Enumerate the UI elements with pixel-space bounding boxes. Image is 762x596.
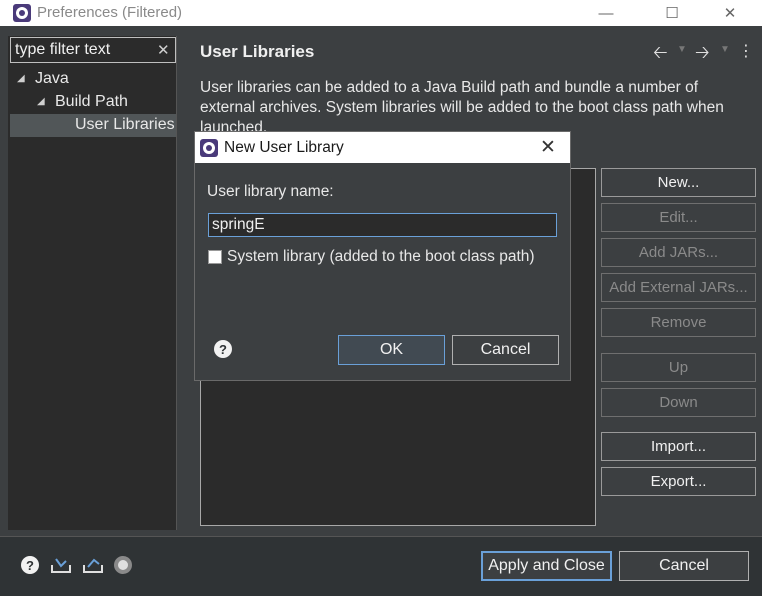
up-button[interactable]: Up — [601, 353, 756, 382]
new-button[interactable]: New... — [601, 168, 756, 197]
export-button-label: Export... — [650, 473, 707, 490]
dialog-cancel-button[interactable]: Cancel — [452, 335, 559, 365]
add-external-jars-button[interactable]: Add External JARs... — [601, 273, 756, 302]
dialog-titlebar: New User Library ✕ — [195, 132, 570, 163]
tree-item-user-libraries[interactable]: User Libraries — [75, 116, 175, 134]
page-title: User Libraries — [200, 42, 315, 61]
chevron-down-icon[interactable]: ▼ — [677, 44, 687, 55]
remove-button[interactable]: Remove — [601, 308, 756, 337]
import-button[interactable]: Import... — [601, 432, 756, 461]
ok-button[interactable]: OK — [338, 335, 445, 365]
system-library-checkbox[interactable] — [208, 250, 222, 264]
new-user-library-dialog: New User Library ✕ User library name: sp… — [194, 131, 571, 381]
expand-arrow-icon[interactable]: ◢ — [37, 96, 45, 107]
export-preferences-icon[interactable] — [82, 555, 104, 575]
system-library-label[interactable]: System library (added to the boot class … — [227, 248, 535, 266]
edit-button[interactable]: Edit... — [601, 203, 756, 232]
new-button-label: New... — [657, 174, 700, 191]
ok-label: OK — [379, 341, 404, 358]
dialog-help-icon[interactable]: ? — [214, 340, 232, 358]
page-description: User libraries can be added to a Java Bu… — [200, 79, 724, 132]
down-button-label: Down — [659, 394, 698, 411]
down-button[interactable]: Down — [601, 388, 756, 417]
maximize-icon[interactable]: ☐ — [650, 0, 694, 26]
add-jars-button[interactable]: Add JARs... — [601, 238, 756, 267]
dialog-cancel-label: Cancel — [480, 341, 531, 358]
import-button-label: Import... — [650, 438, 706, 455]
apply-and-close-label: Apply and Close — [488, 557, 605, 574]
dialog-close-icon[interactable]: ✕ — [540, 136, 556, 159]
tree-item-java[interactable]: Java — [35, 70, 69, 88]
add-external-jars-button-label: Add External JARs... — [609, 279, 748, 296]
up-button-label: Up — [668, 359, 689, 376]
dialog-title: New User Library — [224, 139, 344, 156]
cancel-label: Cancel — [659, 557, 709, 574]
tree-item-build-path[interactable]: Build Path — [55, 93, 128, 111]
chevron-down-icon[interactable]: ▼ — [720, 44, 730, 55]
help-icon[interactable]: ? — [21, 556, 39, 574]
eclipse-icon — [200, 139, 218, 157]
minimize-icon[interactable]: — — [584, 0, 628, 26]
clear-filter-icon[interactable]: ✕ — [157, 41, 170, 59]
remove-button-label: Remove — [650, 314, 707, 331]
window-titlebar: Preferences (Filtered) — ☐ ✕ — [0, 0, 762, 26]
footer-divider — [0, 536, 762, 537]
record-icon[interactable] — [114, 556, 132, 574]
library-name-label: User library name: — [207, 183, 334, 200]
back-arrow-icon[interactable]: 🡠 — [653, 40, 668, 70]
forward-arrow-icon[interactable]: 🡢 — [695, 40, 710, 70]
export-button[interactable]: Export... — [601, 467, 756, 496]
eclipse-icon — [13, 4, 31, 22]
library-name-input[interactable]: springE — [208, 213, 557, 237]
expand-arrow-icon[interactable]: ◢ — [17, 73, 25, 84]
view-menu-icon[interactable]: ⋮ — [738, 41, 754, 61]
filter-input[interactable]: type filter text — [10, 37, 176, 63]
import-preferences-icon[interactable] — [50, 555, 72, 575]
add-jars-button-label: Add JARs... — [638, 244, 719, 261]
cancel-button[interactable]: Cancel — [619, 551, 749, 581]
apply-and-close-button[interactable]: Apply and Close — [481, 551, 612, 581]
edit-button-label: Edit... — [659, 209, 698, 226]
window-title: Preferences (Filtered) — [37, 4, 183, 21]
close-icon[interactable]: ✕ — [708, 0, 752, 26]
